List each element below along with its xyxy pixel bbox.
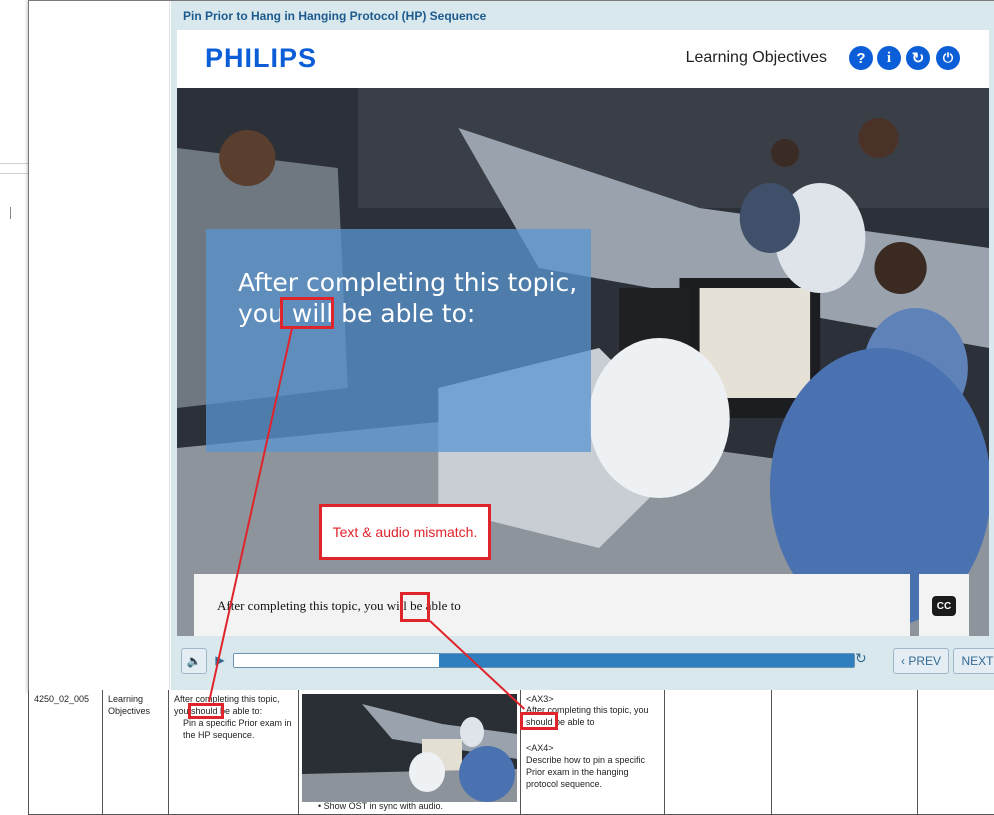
restart-icon[interactable]: ↻: [855, 650, 873, 668]
ost-bullet: Pin a specific Prior exam in the HP sequ…: [183, 718, 292, 740]
highlight-will-caption: [400, 592, 430, 622]
table-col-border: [298, 690, 299, 815]
help-icon: ?: [856, 49, 866, 67]
table-col-border: [28, 690, 29, 815]
caption-bar: After completing this topic, you will be…: [194, 574, 910, 636]
player-header: PHILIPS Learning Objectives ? i ↻ ⏻: [177, 30, 989, 88]
progress-bar[interactable]: [233, 653, 855, 668]
progress-fill: [234, 654, 439, 667]
prev-button[interactable]: ‹ PREV: [893, 648, 949, 674]
table-col-border: [520, 690, 521, 815]
doc-divider: [0, 173, 28, 174]
cc-icon: CC: [932, 596, 956, 616]
help-button[interactable]: ?: [849, 46, 873, 70]
highlight-should-ost: [188, 703, 224, 719]
row-screen-name: Learning Objectives: [108, 694, 151, 716]
table-col-border: [917, 690, 918, 815]
audio-tag-ax4: <AX4>: [526, 743, 554, 753]
course-title: Pin Prior to Hang in Hanging Protocol (H…: [183, 9, 487, 23]
slide-thumbnail: [302, 694, 517, 802]
replay-button[interactable]: ↻: [906, 46, 930, 70]
graphic-note: • Show OST in sync with audio.: [318, 801, 444, 811]
section-title: Learning Objectives: [685, 49, 827, 66]
power-icon: ⏻: [942, 50, 954, 65]
next-button[interactable]: NEXT ›: [953, 648, 994, 674]
table-col-border: [771, 690, 772, 815]
mismatch-callout: Text & audio mismatch.: [319, 504, 491, 560]
philips-logo: PHILIPS: [205, 43, 318, 73]
closed-caption-button[interactable]: CC: [919, 574, 969, 636]
highlight-will-overlay: [280, 297, 334, 329]
graphic-note-text: Show OST in sync with audio.: [323, 801, 444, 811]
volume-button[interactable]: 🔈: [181, 648, 207, 674]
window-left-pane: [29, 1, 170, 691]
row-id: 4250_02_005: [34, 694, 90, 704]
objectives-overlay: After completing this topic, you will be…: [206, 229, 591, 452]
playback-controls: 🔈 ▶ ↻ ‹ PREV NEXT ›: [177, 644, 994, 676]
audio-text-ax4: Describe how to pin a specific Prior exa…: [526, 755, 646, 789]
table-col-border: [168, 690, 169, 815]
table-col-border: [102, 690, 103, 815]
info-icon: i: [886, 49, 892, 66]
replay-icon: ↻: [911, 50, 925, 67]
course-player-window: Pin Prior to Hang in Hanging Protocol (H…: [28, 0, 994, 692]
thumbnail-photo: [302, 694, 517, 802]
exit-button[interactable]: ⏻: [936, 46, 960, 70]
speaker-icon: 🔈: [186, 654, 202, 668]
course-player: Pin Prior to Hang in Hanging Protocol (H…: [171, 1, 994, 691]
text-cursor: [10, 207, 11, 219]
table-col-border: [664, 690, 665, 815]
info-button[interactable]: i: [877, 46, 901, 70]
storyboard-table: 4250_02_005 Learning Objectives After co…: [28, 690, 994, 815]
slide-stage: After completing this topic, you will be…: [177, 88, 989, 636]
doc-divider: [0, 163, 28, 164]
highlight-should-audio: [520, 712, 558, 730]
